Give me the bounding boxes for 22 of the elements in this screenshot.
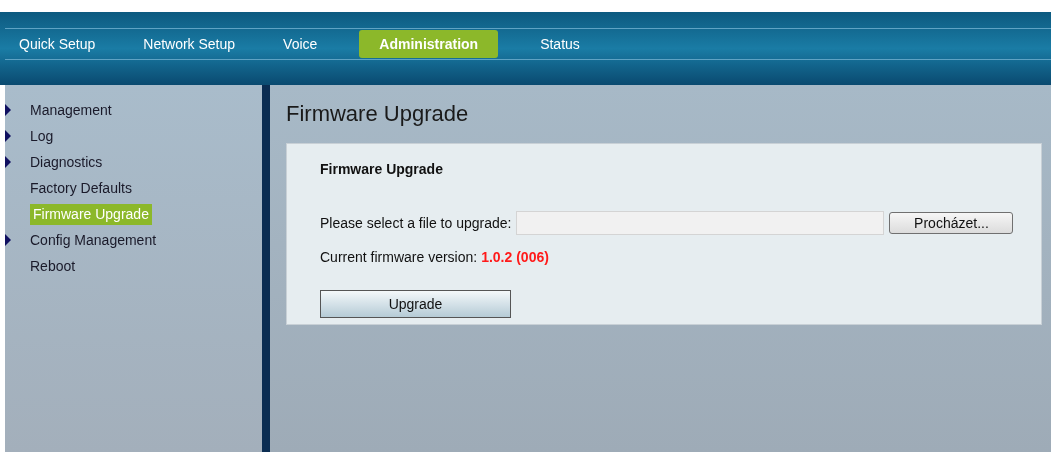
caret-icon (5, 156, 11, 168)
nav-tab[interactable]: Network Setup (137, 30, 242, 58)
sidebar-item[interactable]: Factory Defaults (30, 177, 132, 199)
file-field[interactable] (516, 211, 885, 235)
panel-title: Firmware Upgrade (320, 160, 444, 179)
sidebar-item[interactable]: Log (30, 125, 54, 147)
sidebar-item[interactable]: Reboot (30, 255, 76, 277)
caret-icon (5, 104, 11, 116)
sidebar-item[interactable]: Config Management (30, 229, 157, 251)
sidebar-item[interactable]: Management (30, 99, 112, 121)
file-label: Please select a file to upgrade: (320, 213, 512, 233)
nav-tab[interactable]: Voice (277, 30, 324, 58)
version-label: Current firmware version: (320, 248, 478, 267)
caret-icon (5, 234, 11, 246)
upgrade-button[interactable]: Upgrade (320, 290, 511, 318)
nav-tab[interactable]: Status (534, 30, 586, 58)
nav-tab[interactable]: Quick Setup (13, 30, 102, 58)
browse-button[interactable]: Procházet... (889, 212, 1014, 234)
caret-icon (5, 130, 11, 142)
page-title: Firmware Upgrade (286, 100, 470, 128)
version-value: 1.0.2 (006) (481, 248, 549, 267)
sidebar-item[interactable]: Diagnostics (30, 151, 103, 173)
